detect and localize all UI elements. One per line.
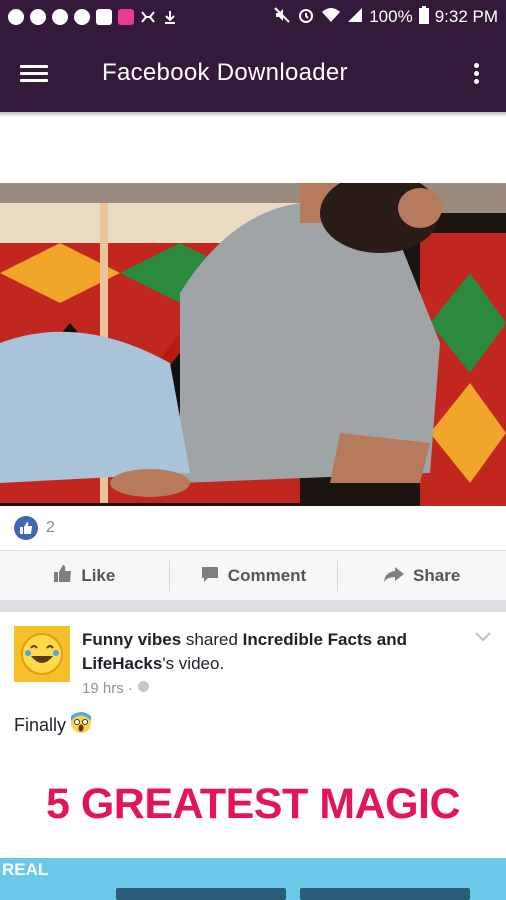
- feed-post: Funny vibes shared Incredible Facts and …: [0, 612, 506, 900]
- caption-text: Finally: [14, 715, 67, 735]
- status-bar: 100% 9:32 PM: [0, 0, 506, 34]
- alarm-icon: [297, 6, 315, 29]
- video-panel: [116, 888, 286, 900]
- appbar-shadow: [0, 112, 506, 117]
- app-notification-icon: [30, 9, 46, 25]
- mute-icon: [273, 6, 291, 29]
- battery-percent: 100%: [369, 7, 413, 26]
- meta-dot: ·: [127, 680, 133, 697]
- post-verb: shared: [185, 630, 238, 649]
- reactions-summary[interactable]: 2: [14, 516, 55, 540]
- robot-icon: [140, 9, 156, 25]
- post-headline: Funny vibes shared Incredible Facts and …: [82, 628, 462, 676]
- battery-icon: [418, 5, 429, 29]
- post-meta: 19 hrs ·: [82, 680, 150, 697]
- share-label: Share: [413, 566, 461, 585]
- thumbs-up-icon: [53, 564, 73, 589]
- download-icon: [162, 9, 178, 25]
- app-notification-icon: [8, 9, 24, 25]
- video-logo: REAL: [2, 860, 49, 879]
- post-caption: Finally: [14, 712, 92, 739]
- chevron-down-icon[interactable]: [474, 630, 492, 648]
- app-notification-icon: [118, 9, 134, 25]
- more-vert-icon[interactable]: [474, 60, 480, 87]
- comment-icon: [200, 564, 220, 589]
- post-action-bar: Like Comment Share: [0, 550, 506, 601]
- whatsapp-icon: [74, 9, 90, 25]
- image-icon: [96, 9, 112, 25]
- like-reaction-icon: [14, 516, 38, 540]
- avatar[interactable]: [14, 626, 70, 682]
- hamburger-menu-icon[interactable]: [20, 61, 48, 86]
- post-author[interactable]: Funny vibes: [82, 630, 181, 649]
- post-suffix: 's video.: [162, 654, 225, 673]
- video-panel: [300, 888, 470, 900]
- telegram-icon: [52, 9, 68, 25]
- video-thumbnail[interactable]: REAL: [0, 858, 506, 900]
- app-title: Facebook Downloader: [102, 59, 348, 86]
- comment-button[interactable]: Comment: [168, 551, 338, 601]
- post-separator: [0, 600, 506, 612]
- post-time[interactable]: 19 hrs: [82, 680, 124, 697]
- wifi-icon: [321, 7, 341, 28]
- like-label: Like: [81, 566, 116, 585]
- clock: 9:32 PM: [434, 7, 498, 26]
- share-button[interactable]: Share: [337, 551, 506, 601]
- app-bar: Facebook Downloader: [0, 34, 506, 112]
- share-icon: [383, 564, 405, 589]
- globe-icon: [137, 680, 150, 697]
- like-count: 2: [46, 519, 55, 536]
- scream-emoji-icon: [70, 712, 92, 739]
- video-title-text[interactable]: 5 GREATEST MAGIC: [0, 780, 506, 829]
- like-button[interactable]: Like: [0, 551, 169, 601]
- post-photo[interactable]: [0, 183, 506, 506]
- notification-icons: [0, 9, 178, 25]
- comment-label: Comment: [227, 566, 307, 585]
- signal-icon: [347, 7, 363, 28]
